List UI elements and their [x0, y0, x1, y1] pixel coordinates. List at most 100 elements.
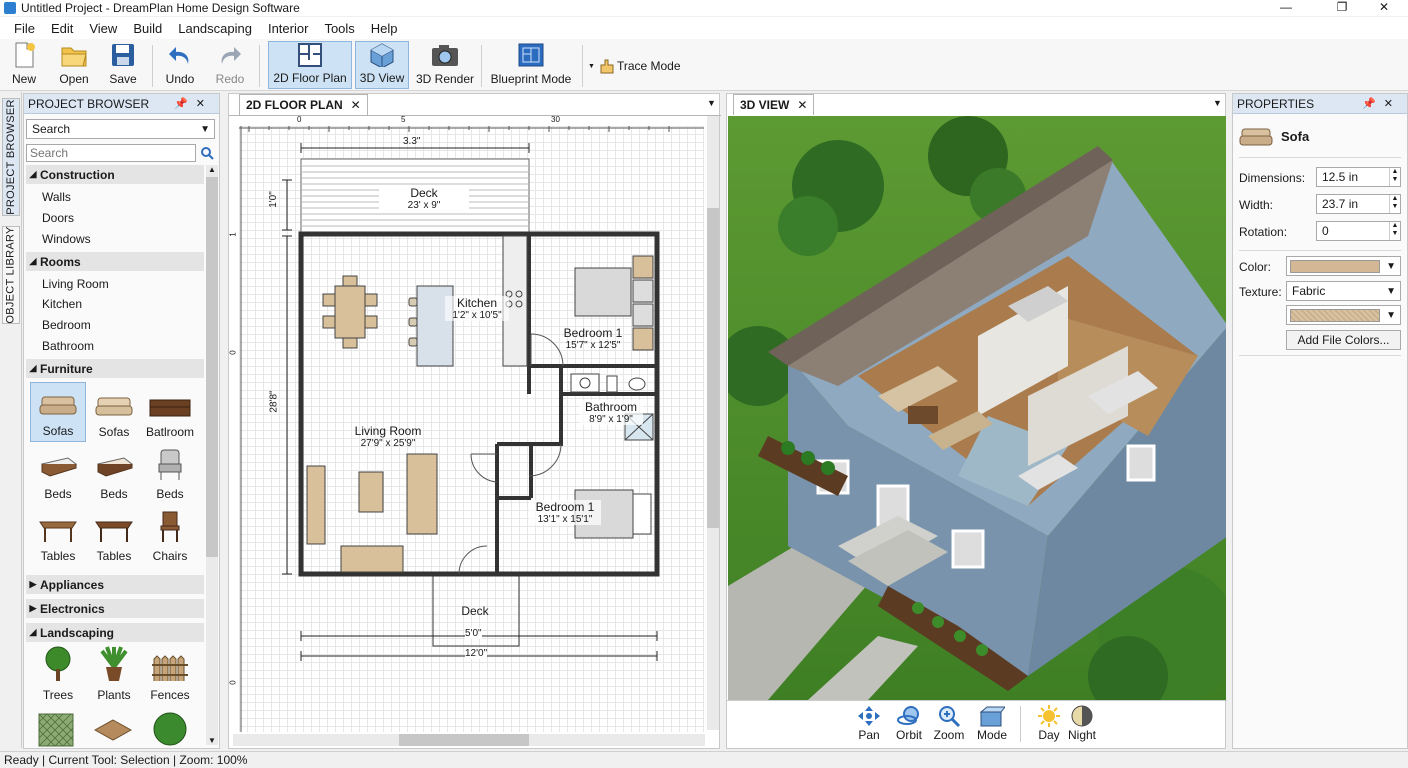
spinner-icon[interactable]: ▲ ▼ — [1389, 195, 1400, 213]
library-item-beds-2[interactable]: Beds — [86, 444, 142, 504]
library-item-plants[interactable]: Plants — [86, 645, 142, 705]
width-field[interactable]: 23.7 in ▲ ▼ — [1316, 194, 1401, 214]
library-item-beds[interactable]: Beds — [30, 444, 86, 504]
expand-icon: ◢ — [29, 169, 37, 179]
dresser-icon — [149, 399, 191, 417]
list-item-living-room[interactable]: Living Room — [42, 277, 109, 291]
moon-icon — [1071, 705, 1093, 727]
tab-3d-view[interactable]: 3D VIEW ✕ — [733, 94, 815, 115]
minimize-button[interactable]: — — [1266, 0, 1306, 16]
tab-object-library[interactable]: OBJECT LIBRARY — [2, 226, 20, 324]
search-icon[interactable] — [200, 146, 214, 160]
floor-plan-2d-button[interactable]: 2D Floor Plan — [268, 41, 352, 89]
browser-scrollbar[interactable]: ▲ ▼ — [206, 165, 218, 745]
search-input[interactable] — [26, 144, 196, 162]
library-item-chairs[interactable]: Chairs — [142, 506, 198, 566]
ruler-label: 0 — [297, 115, 302, 124]
tab-project-browser[interactable]: PROJECT BROWSER — [2, 98, 20, 216]
spinner-icon[interactable]: ▲ ▼ — [1389, 222, 1400, 240]
save-button[interactable]: Save — [104, 41, 142, 89]
mode-button[interactable]: Mode — [972, 704, 1012, 742]
search-mode-dropdown[interactable]: Search ▼ — [26, 119, 215, 139]
plan-h-scrollbar[interactable] — [233, 734, 705, 746]
menu-view[interactable]: View — [81, 21, 125, 36]
group-rooms[interactable]: ◢ Rooms — [26, 252, 204, 271]
menu-edit[interactable]: Edit — [43, 21, 81, 36]
add-file-colors-button[interactable]: Add File Colors... — [1286, 330, 1401, 350]
room-label-bedroom-a: Bedroom 1 15'7" x 12'5" — [563, 326, 623, 351]
floppy-icon — [112, 44, 134, 66]
library-item-trees[interactable]: Trees — [30, 645, 86, 705]
close-tab-icon[interactable]: ✕ — [797, 98, 807, 112]
dimensions-field[interactable]: 12.5 in ▲ ▼ — [1316, 167, 1401, 187]
zoom-icon — [939, 706, 961, 728]
close-tab-icon[interactable]: ✕ — [351, 98, 361, 112]
color-dropdown[interactable]: ▼ — [1286, 256, 1401, 276]
plan-v-scrollbar[interactable] — [707, 116, 719, 730]
spinner-icon[interactable]: ▲ ▼ — [1389, 168, 1400, 186]
scroll-thumb[interactable] — [399, 734, 529, 746]
list-item-bedroom[interactable]: Bedroom — [42, 318, 91, 332]
width-label: Width: — [1239, 198, 1274, 212]
library-item-sofas-2[interactable]: Sofas — [86, 382, 142, 442]
list-item-kitchen[interactable]: Kitchen — [42, 297, 82, 311]
tab-2d-floor-plan[interactable]: 2D FLOOR PLAN ✕ — [239, 94, 368, 115]
scroll-down-icon[interactable]: ▼ — [208, 736, 216, 745]
close-button[interactable]: ✕ — [1364, 0, 1404, 16]
tab-menu-icon[interactable]: ▼ — [1213, 98, 1222, 108]
list-item-bathroom[interactable]: Bathroom — [42, 339, 94, 353]
scroll-thumb[interactable] — [206, 177, 218, 557]
library-item-batlroom[interactable]: Batlroom — [142, 382, 198, 442]
redo-button[interactable]: Redo — [210, 41, 250, 89]
pin-close-icons[interactable]: 📌✕ — [174, 97, 213, 110]
trace-mode-button[interactable]: ▼ Trace Mode — [588, 57, 681, 75]
menu-tools[interactable]: Tools — [316, 21, 362, 36]
3d-viewport[interactable] — [728, 116, 1226, 700]
scroll-up-icon[interactable]: ▲ — [208, 165, 216, 174]
library-item-beds-3[interactable]: Beds — [142, 444, 198, 504]
bed-icon — [97, 457, 134, 477]
library-item-tables-2[interactable]: Tables — [86, 506, 142, 566]
menu-file[interactable]: File — [6, 21, 43, 36]
group-construction[interactable]: ◢ Construction — [26, 165, 204, 184]
texture-swatch-dropdown[interactable]: ▼ — [1286, 305, 1401, 325]
menu-interior[interactable]: Interior — [260, 21, 316, 36]
texture-dropdown[interactable]: Fabric ▼ — [1286, 281, 1401, 301]
scroll-thumb[interactable] — [707, 208, 719, 528]
open-button[interactable]: Open — [54, 41, 94, 89]
new-button[interactable]: New — [6, 41, 42, 89]
orbit-button[interactable]: Orbit — [889, 704, 929, 742]
pan-button[interactable]: Pan — [849, 704, 889, 742]
library-item-tables[interactable]: Tables — [30, 506, 86, 566]
zoom-button[interactable]: Zoom — [929, 704, 969, 742]
library-item-sofas[interactable]: Sofas — [30, 382, 86, 442]
menu-landscaping[interactable]: Landscaping — [170, 21, 260, 36]
view-3d-button[interactable]: 3D View — [355, 41, 409, 89]
tab-menu-icon[interactable]: ▼ — [707, 98, 716, 108]
group-electronics[interactable]: ▶ Electronics — [26, 599, 204, 618]
menu-build[interactable]: Build — [125, 21, 170, 36]
group-appliances[interactable]: ▶ Appliances — [26, 575, 204, 594]
list-item-walls[interactable]: Walls — [42, 190, 71, 204]
group-landscaping[interactable]: ◢ Landscaping — [26, 623, 204, 642]
menu-help[interactable]: Help — [363, 21, 406, 36]
rotation-field[interactable]: 0 ▲ ▼ — [1316, 221, 1401, 241]
list-item-doors[interactable]: Doors — [42, 211, 74, 225]
floor-plan-icon — [298, 43, 322, 67]
undo-button[interactable]: Undo — [160, 41, 200, 89]
window-title: Untitled Project - DreamPlan Home Design… — [21, 1, 300, 15]
pin-close-icons[interactable]: 📌✕ — [1362, 97, 1401, 110]
floor-plan-canvas[interactable]: 0 5 30 1 0 0 3.3" 1'0" 28'8" Deck 23' x 9… — [229, 115, 704, 732]
ruler-label: 30 — [551, 115, 560, 124]
list-item-windows[interactable]: Windows — [42, 232, 91, 246]
library-item-fences[interactable]: Fences — [142, 645, 198, 705]
view-3d-panel: 3D VIEW ✕ ▼ Pan Orbit Zoom Mode Day Nigh… — [726, 93, 1227, 749]
render-3d-button[interactable]: 3D Render — [415, 41, 475, 89]
group-furniture[interactable]: ◢ Furniture — [26, 359, 204, 378]
room-label-kitchen: Kitchen 1'2" x 10'5" — [445, 296, 509, 321]
night-button[interactable]: Night — [1062, 704, 1102, 742]
maximize-button[interactable]: ❐ — [1322, 0, 1362, 16]
expand-icon: ◢ — [29, 363, 37, 373]
fence-icon — [152, 655, 188, 681]
blueprint-mode-button[interactable]: Blueprint Mode — [488, 41, 574, 89]
